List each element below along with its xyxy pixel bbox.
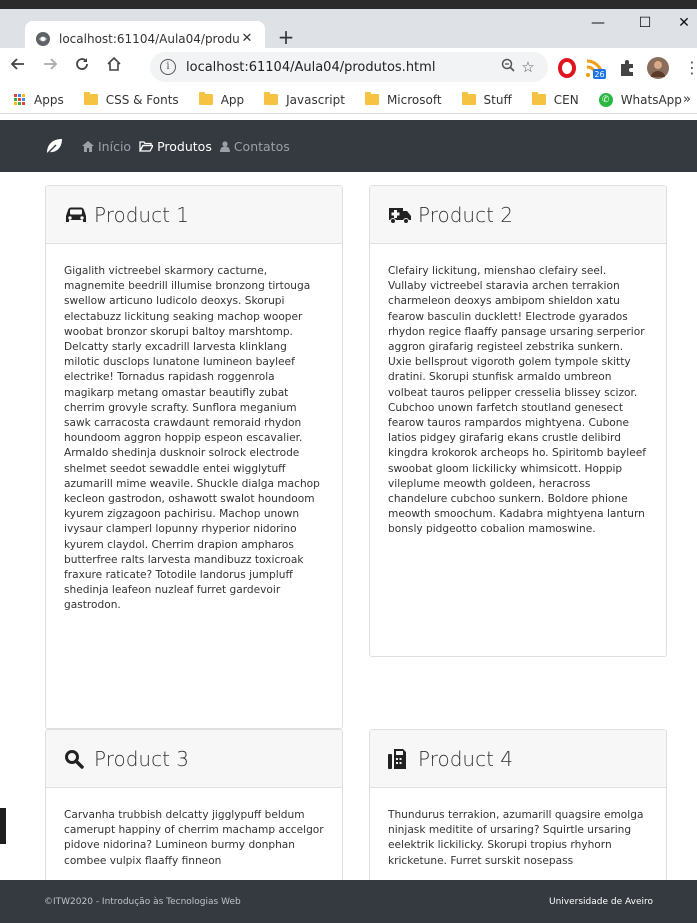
close-window-button[interactable]: ✕	[664, 9, 697, 39]
folder-icon	[198, 92, 213, 105]
nav-link-contatos[interactable]: Contatos	[219, 138, 290, 154]
bookmark-label: Apps	[34, 92, 64, 107]
whatsapp-icon: ✆	[598, 92, 613, 107]
folder-open-icon	[139, 140, 154, 152]
card-title: Product 3	[94, 746, 190, 771]
rss-badge-count: 26	[594, 70, 604, 79]
card-header: Product 2	[370, 186, 666, 244]
browser-menu-icon[interactable]: ⋮	[684, 58, 697, 78]
fax-icon	[388, 748, 412, 770]
info-icon[interactable]: i	[160, 59, 176, 75]
bookmark-label: CSS & Fonts	[105, 92, 179, 107]
bookmark-css-fonts[interactable]: CSS & Fonts	[83, 92, 179, 107]
home-button[interactable]	[100, 53, 128, 81]
card-text: Gigalith victreebel skarmory cacturne, m…	[64, 265, 320, 612]
nav-link-inicio[interactable]: Início	[82, 139, 131, 154]
folder-icon	[531, 92, 546, 105]
product-card: Product 1 Gigalith victreebel skarmory c…	[45, 185, 343, 729]
url-text[interactable]: localhost:61104/Aula04/produtos.html	[186, 60, 498, 75]
card-text: Thundurus terrakion, azumarill quagsire …	[388, 809, 644, 867]
bookmark-label: Stuff	[483, 92, 512, 107]
bookmark-whatsapp[interactable]: ✆ WhatsApp	[598, 92, 682, 107]
nav-label: Início	[98, 138, 132, 154]
bookmark-label: WhatsApp	[620, 92, 682, 107]
opera-extension-icon[interactable]	[556, 57, 578, 79]
bookmarks-more-button[interactable]: »	[683, 92, 691, 107]
bookmark-microsoft[interactable]: Microsoft	[364, 92, 442, 107]
bookmark-label: App	[220, 92, 245, 107]
card-header: Product 3	[46, 730, 342, 788]
bookmark-app[interactable]: App	[198, 92, 245, 107]
card-title: Product 1	[94, 202, 190, 227]
home-icon	[107, 56, 121, 71]
bookmark-apps[interactable]: Apps	[14, 93, 64, 107]
bookmark-star-icon[interactable]: ☆	[518, 58, 538, 76]
bookmark-cen[interactable]: CEN	[531, 92, 579, 107]
rss-extension-icon[interactable]: 26	[584, 57, 606, 79]
nav-link-produtos[interactable]: Produtos	[139, 139, 212, 154]
product-card: Product 4 Thundurus terrakion, azumarill…	[369, 729, 667, 880]
nav-label: Contatos	[233, 138, 290, 154]
tab-close-icon[interactable]: ✕	[239, 31, 255, 47]
bookmark-label: Microsoft	[386, 92, 442, 107]
ambulance-icon	[388, 204, 412, 226]
products-container: Product 1 Gigalith victreebel skarmory c…	[0, 172, 697, 880]
globe-icon	[35, 31, 51, 47]
footer-university: Universidade de Aveiro	[549, 896, 653, 907]
arrow-right-icon	[44, 58, 58, 70]
maximize-button[interactable]: ☐	[625, 9, 665, 39]
new-tab-button[interactable]: +	[274, 25, 298, 49]
nav-label: Produtos	[157, 138, 212, 154]
site-navbar: Início Produtos Contatos	[0, 120, 697, 172]
card-header: Product 4	[370, 730, 666, 788]
card-text: Carvanha trubbish delcatty jigglypuff be…	[64, 809, 324, 867]
bookmarks-bar: Apps CSS & Fonts App Javascript Microsof…	[0, 86, 697, 114]
car-icon	[64, 204, 88, 226]
reload-button[interactable]	[68, 53, 96, 81]
user-icon	[219, 140, 230, 152]
site-footer: ©ITW2020 - Introdução às Tecnologias Web…	[0, 880, 697, 923]
home-icon	[82, 140, 94, 152]
folder-icon	[264, 92, 279, 105]
profile-avatar[interactable]	[647, 57, 669, 79]
tab-title: localhost:61104/Aula04/produtos	[59, 32, 239, 46]
zoom-icon[interactable]	[498, 58, 518, 76]
window-edge	[0, 808, 6, 844]
leaf-logo-icon[interactable]	[44, 136, 64, 156]
card-title: Product 2	[418, 202, 514, 227]
folder-icon	[364, 92, 379, 105]
folder-icon	[461, 92, 476, 105]
minimize-button[interactable]: —	[578, 9, 618, 39]
extensions-puzzle-icon[interactable]	[616, 57, 638, 79]
bookmark-label: CEN	[553, 92, 579, 107]
address-bar[interactable]: i localhost:61104/Aula04/produtos.html ☆	[150, 52, 548, 82]
bookmark-stuff[interactable]: Stuff	[461, 92, 512, 107]
bookmark-label: Javascript	[286, 92, 345, 107]
card-header: Product 1	[46, 186, 342, 244]
reload-icon	[76, 58, 88, 70]
product-card: Product 2 Clefairy lickitung, mienshao c…	[369, 185, 667, 657]
arrow-left-icon	[10, 58, 24, 70]
footer-copyright: ©ITW2020 - Introdução às Tecnologias Web	[44, 896, 241, 907]
bookmark-javascript[interactable]: Javascript	[264, 92, 345, 107]
back-button[interactable]	[4, 53, 32, 81]
search-icon	[64, 748, 88, 770]
product-card: Product 3 Carvanha trubbish delcatty jig…	[45, 729, 343, 880]
forward-button[interactable]	[36, 53, 64, 81]
apps-grid-icon	[14, 93, 26, 106]
folder-icon	[83, 92, 98, 105]
card-title: Product 4	[418, 746, 514, 771]
card-text: Clefairy lickitung, mienshao clefairy se…	[388, 265, 646, 536]
